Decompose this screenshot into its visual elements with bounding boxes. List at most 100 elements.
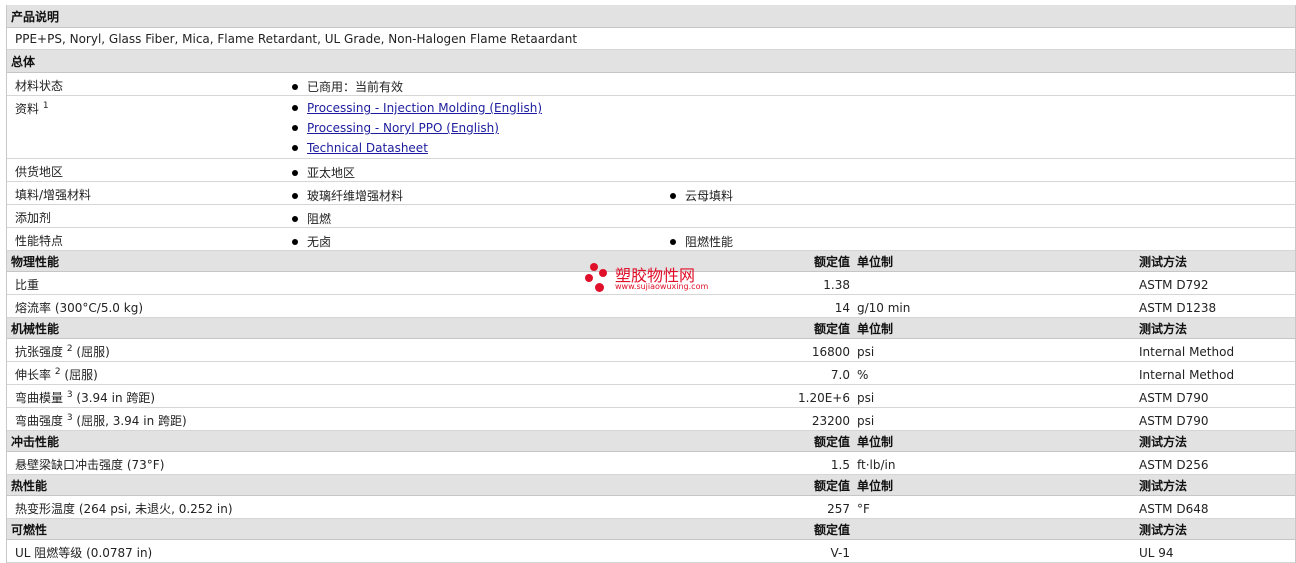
list-item: 云母填料 <box>670 187 733 204</box>
bullet-icon <box>670 192 676 199</box>
list-item-text: 无卤 <box>307 235 332 249</box>
footnote-marker: 2 <box>66 344 73 354</box>
property-test-method: ASTM D792 <box>1139 278 1209 292</box>
property-unit: psi <box>857 414 875 428</box>
test-column-header: 测试方法 <box>1139 523 1188 537</box>
property-value: 1.5 <box>830 458 850 472</box>
property-name: 悬壁梁缺口冲击强度 <box>15 458 124 472</box>
property-test-method: Internal Method <box>1139 368 1235 382</box>
property-label: 弯曲模量 3 (3.94 in 跨距) <box>15 389 155 406</box>
property-condition: (屈服) <box>64 368 98 382</box>
section-title: 机械性能 <box>11 322 60 336</box>
product-description-text: PPE+PS, Noryl, Glass Fiber, Mica, Flame … <box>15 32 578 46</box>
property-row: 悬壁梁缺口冲击强度 (73°F) 1.5 ft·lb/in ASTM D256 <box>7 452 1295 475</box>
property-label: 伸长率 2 (屈服) <box>15 366 98 383</box>
property-condition: (屈服, 3.94 in 跨距) <box>76 414 187 428</box>
property-condition: (73°F) <box>126 458 165 472</box>
supply-region-row: 供货地区 亚太地区 <box>7 159 1295 182</box>
row-label: 性能特点 <box>15 234 64 248</box>
section-title: 产品说明 <box>11 10 60 24</box>
property-test-method: ASTM D648 <box>1139 502 1209 516</box>
logo-dot-icon <box>590 263 598 271</box>
bullet-icon <box>292 83 298 90</box>
property-label: 熔流率 (300°C/5.0 kg) <box>15 299 143 316</box>
bullet-icon <box>292 145 298 151</box>
footnote-marker: 3 <box>66 413 73 423</box>
bullet-icon <box>292 125 298 131</box>
property-name: 抗张强度 <box>15 345 64 359</box>
property-name: 伸长率 <box>15 368 52 382</box>
property-value: 23200 <box>811 414 850 428</box>
list-item: 亚太地区 <box>292 164 355 181</box>
list-item: 无卤 <box>292 233 331 250</box>
property-test-method: UL 94 <box>1139 546 1174 560</box>
list-item: Processing - Noryl PPO (English) <box>292 121 499 135</box>
property-condition: (264 psi, 未退火, 0.252 in) <box>78 502 233 516</box>
property-test-method: ASTM D1238 <box>1139 301 1217 315</box>
doc-link-technical-datasheet[interactable]: Technical Datasheet <box>307 141 428 155</box>
site-watermark: 塑胶物性网 www.sujiaowuxing.com <box>585 262 715 294</box>
list-item: 已商用：当前有效 <box>292 78 403 95</box>
property-unit: °F <box>857 502 870 516</box>
property-unit: psi <box>857 391 875 405</box>
additive-row: 添加剂 阻燃 <box>7 205 1295 228</box>
row-label: 供货地区 <box>15 165 64 179</box>
property-row: 弯曲强度 3 (屈服, 3.94 in 跨距) 23200 psi ASTM D790 <box>7 408 1295 431</box>
property-row: 抗张强度 2 (屈服) 16800 psi Internal Method <box>7 339 1295 362</box>
unit-column-header: 单位制 <box>857 435 894 449</box>
row-label: 添加剂 <box>15 211 52 225</box>
property-unit: % <box>857 368 869 382</box>
footnote-marker: 2 <box>54 367 61 377</box>
property-condition: (3.94 in 跨距) <box>76 391 156 405</box>
property-label: 弯曲强度 3 (屈服, 3.94 in 跨距) <box>15 412 187 429</box>
bullet-icon <box>292 192 298 199</box>
list-item-text: 玻璃纤维增强材料 <box>307 189 404 203</box>
properties-sections: 物理性能 额定值 单位制 测试方法 比重 1.38 ASTM D792 熔流率 (300°C/… <box>7 251 1295 563</box>
list-item-text: 亚太地区 <box>307 166 356 180</box>
property-value: V-1 <box>830 546 850 560</box>
nominal-column-header: 额定值 <box>813 523 850 537</box>
doc-link-injection-molding[interactable]: Processing - Injection Molding (English) <box>307 101 542 115</box>
test-column-header: 测试方法 <box>1139 479 1188 493</box>
property-label: UL 阻燃等级 (0.0787 in) <box>15 544 152 561</box>
material-status-row: 材料状态 已商用：当前有效 <box>7 73 1295 96</box>
property-unit: ft·lb/in <box>857 458 896 472</box>
property-name: 弯曲模量 <box>15 391 64 405</box>
test-column-header: 测试方法 <box>1139 255 1188 269</box>
list-item-text: 云母填料 <box>685 189 734 203</box>
property-condition: (300°C/5.0 kg) <box>54 301 143 315</box>
property-condition: (屈服) <box>76 345 110 359</box>
property-value: 257 <box>827 502 850 516</box>
section-title: 热性能 <box>11 479 48 493</box>
property-value: 14 <box>834 301 850 315</box>
footnote-marker: 3 <box>66 390 73 400</box>
list-item-text: 阻燃 <box>307 212 332 226</box>
unit-column-header: 单位制 <box>857 255 894 269</box>
logo-dot-icon <box>585 274 593 282</box>
features-row: 性能特点 无卤 阻燃性能 <box>7 228 1295 251</box>
nominal-column-header: 额定值 <box>813 435 850 449</box>
bullet-icon <box>670 238 676 245</box>
product-description-header: 产品说明 <box>7 5 1295 28</box>
doc-link-noryl-ppo[interactable]: Processing - Noryl PPO (English) <box>307 121 499 135</box>
list-item: 玻璃纤维增强材料 <box>292 187 403 204</box>
section-title: 冲击性能 <box>11 435 60 449</box>
property-label: 热变形温度 (264 psi, 未退火, 0.252 in) <box>15 500 233 517</box>
bullet-icon <box>292 238 298 245</box>
property-value: 16800 <box>811 345 850 359</box>
property-condition: (0.0787 in) <box>86 546 153 560</box>
property-value: 7.0 <box>830 368 850 382</box>
properties-section-header: 可燃性 额定值 测试方法 <box>7 519 1295 540</box>
property-test-method: ASTM D790 <box>1139 391 1209 405</box>
bullet-icon <box>292 169 298 176</box>
property-unit: g/10 min <box>857 301 911 315</box>
general-header: 总体 <box>7 50 1295 73</box>
property-row: 热变形温度 (264 psi, 未退火, 0.252 in) 257 °F ASTM … <box>7 496 1295 519</box>
property-row: 弯曲模量 3 (3.94 in 跨距) 1.20E+6 psi ASTM D790 <box>7 385 1295 408</box>
bullet-icon <box>292 215 298 222</box>
property-test-method: ASTM D790 <box>1139 414 1209 428</box>
property-name: 熔流率 <box>15 301 52 315</box>
nominal-column-header: 额定值 <box>813 255 850 269</box>
property-value: 1.38 <box>823 278 850 292</box>
property-name: 比重 <box>15 278 40 292</box>
